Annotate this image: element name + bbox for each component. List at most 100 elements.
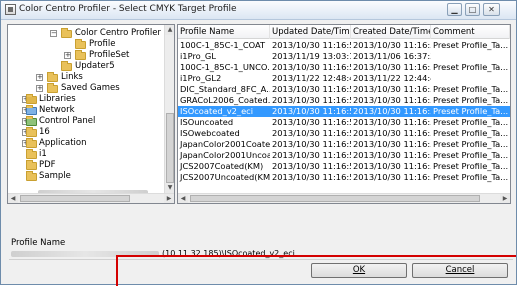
tree-item[interactable]: +Control Panel [8,116,163,127]
collapse-icon[interactable]: − [50,30,57,37]
tree-item[interactable]: +Network [8,105,163,116]
tree-item-label: Profile [89,39,116,49]
cell-profile-name: JCS2007Coated(KM) [180,161,264,171]
title-bar[interactable]: Color Centro Profiler - Select CMYK Targ… [1,1,516,20]
cell-comment [431,73,510,84]
tree-item[interactable]: Profile [8,39,163,50]
table-row[interactable]: ISOuncoated 2013/10/30 11:16:57 2013/10/30… [178,117,510,128]
tree-item[interactable]: Sample [8,171,163,182]
cell-updated: 2013/11/19 13:03:15 [272,51,351,61]
table-row[interactable]: 100C-1_85C-1_COAT 2013/10/30 11:16:58 2013… [178,40,510,51]
cell-comment: Preset Profile_Ta... [433,95,509,105]
tree-item[interactable]: Updater5 [8,61,163,72]
table-row[interactable]: ISOcoated_v2_eci 2013/10/30 11:16:57 2013/… [178,106,510,117]
table-row[interactable]: JapanColor2001Coated 2013/10/30 11:16:58 2… [178,139,510,150]
tree-item-label: ProfileSet [89,50,130,60]
tree-item[interactable]: + ProfileSet [8,50,163,61]
folder-icon [26,149,37,159]
app-icon [5,4,16,15]
folder-icon [61,61,72,71]
table-row[interactable]: JCS2007Coated(KM) 2013/10/30 11:16:58 2013… [178,161,510,172]
tree-item-label: Libraries [39,94,76,104]
ok-button-label: OK [352,265,366,275]
expand-icon[interactable]: + [36,85,43,92]
list-hscroll-thumb[interactable] [190,195,480,202]
cell-updated: 2013/10/30 11:16:58 [272,62,351,72]
folder-icon [47,83,58,93]
cell-updated: 2013/10/30 11:16:58 [272,161,351,171]
table-row[interactable]: DIC_Standard_8FC_A... 2013/10/30 11:16:58… [178,84,510,95]
tree-hscroll-thumb[interactable] [20,195,130,202]
table-row[interactable]: ISOwebcoated 2013/10/30 11:16:57 2013/10/3… [178,128,510,139]
cancel-button-label: Cancel [445,265,475,275]
cell-updated: 2013/11/22 12:48:48 [272,73,351,83]
profile-name-label: Profile Name [11,238,66,248]
folder-tree[interactable]: − Color Centro Profiler Profile + ProfileSet… [7,24,175,204]
tree-item[interactable]: +16 [8,127,163,138]
cancel-button[interactable]: Cancel [412,263,508,278]
expand-icon[interactable]: + [36,74,43,81]
table-row[interactable]: i1Pro_GL2 2013/11/22 12:48:48 2013/11/22 1… [178,73,510,84]
tree-item[interactable]: − Color Centro Profiler [8,28,163,39]
cell-updated: 2013/10/30 11:16:57 [272,106,351,116]
cell-created: 2013/10/30 11:16:57 [353,117,431,127]
cell-comment: Preset Profile_Ta... [433,84,509,94]
ok-button[interactable]: OK [311,263,407,278]
cell-created: 2013/10/30 11:16:58 [353,95,431,105]
cell-created: 2013/10/30 11:16:58 [353,161,431,171]
column-header-profile-name[interactable]: Profile Name [178,25,270,39]
tree-item[interactable]: +Application [8,138,163,149]
cell-updated: 2013/10/30 11:16:58 [272,95,351,105]
cell-comment: Preset Profile_Ta... [433,139,509,149]
scroll-right-icon[interactable]: ▶ [500,194,510,203]
profile-name-field[interactable]: (10.11.32.185)\ISOcoated_v2_eci [9,248,513,260]
tree-item-label: Color Centro Profiler [75,28,161,38]
cell-updated: 2013/10/30 11:16:58 [272,84,351,94]
table-row[interactable]: 100C-1_85C-1_UNCO... 2013/10/30 11:16:58 2… [178,62,510,73]
scroll-down-icon[interactable]: ▼ [165,183,174,193]
maximize-button[interactable]: □ [465,3,480,16]
cell-created: 2013/10/30 11:16:58 [353,139,431,149]
table-row[interactable]: GRACoL2006_Coated... 2013/10/30 11:16:58 2… [178,95,510,106]
cell-profile-name: i1Pro_GL [180,51,216,61]
column-header-updated[interactable]: Updated Date/Time [270,25,351,39]
tree-scroll-thumb[interactable] [166,113,174,183]
list-header: Profile Name Updated Date/Time Created D… [178,25,510,39]
tree-item[interactable]: + Saved Games [8,83,163,94]
list-horizontal-scrollbar[interactable]: ◀ ▶ [178,193,510,203]
cell-updated: 2013/10/30 11:16:57 [272,117,351,127]
cell-created: 2013/10/30 11:16:57 [353,106,431,116]
scroll-up-icon[interactable]: ▲ [165,25,174,35]
table-row[interactable]: JCS2007Uncoated(KM) 2013/10/30 11:16:58 20… [178,172,510,183]
cell-profile-name: 100C-1_85C-1_UNCO... [180,62,270,72]
cell-profile-name: JapanColor2001Uncoa... [180,150,270,160]
column-header-comment[interactable]: Comment [431,25,510,39]
cell-profile-name: i1Pro_GL2 [180,73,222,83]
cell-created: 2013/11/22 12:44:42 [353,73,431,83]
scroll-left-icon[interactable]: ◀ [178,194,188,203]
minimize-button[interactable]: ▁ [447,3,462,16]
expand-icon[interactable]: + [64,52,71,59]
close-button[interactable]: ✕ [483,3,500,16]
tree-item-label: 16 [39,127,50,137]
table-row[interactable]: i1Pro_GL 2013/11/19 13:03:15 2013/11/06 16… [178,51,510,62]
scroll-left-icon[interactable]: ◀ [8,194,18,203]
tree-item[interactable]: +Libraries [8,94,163,105]
cell-comment: Preset Profile_Ta... [433,161,509,171]
profile-list[interactable]: Profile Name Updated Date/Time Created D… [177,24,511,204]
column-header-created[interactable]: Created Date/Time [351,25,431,39]
scroll-right-icon[interactable]: ▶ [164,194,174,203]
tree-item[interactable]: i1 [8,149,163,160]
tree-item[interactable]: + Links [8,72,163,83]
folder-icon [26,160,37,170]
cell-created: 2013/10/30 11:16:57 [353,128,431,138]
table-row[interactable]: JapanColor2001Uncoa... 2013/10/30 11:16:5… [178,150,510,161]
dialog-window: Color Centro Profiler - Select CMYK Targ… [0,0,517,286]
tree-item[interactable]: PDF [8,160,163,171]
cell-comment: Preset Profile_Ta... [433,150,509,160]
tree-vertical-scrollbar[interactable]: ▲ ▼ [164,25,174,193]
library-icon [26,94,37,104]
tree-horizontal-scrollbar[interactable]: ◀ ▶ [8,193,174,203]
cell-comment: Preset Profile_Ta... [433,117,509,127]
cell-comment: Preset Profile_Ta... [433,106,509,116]
